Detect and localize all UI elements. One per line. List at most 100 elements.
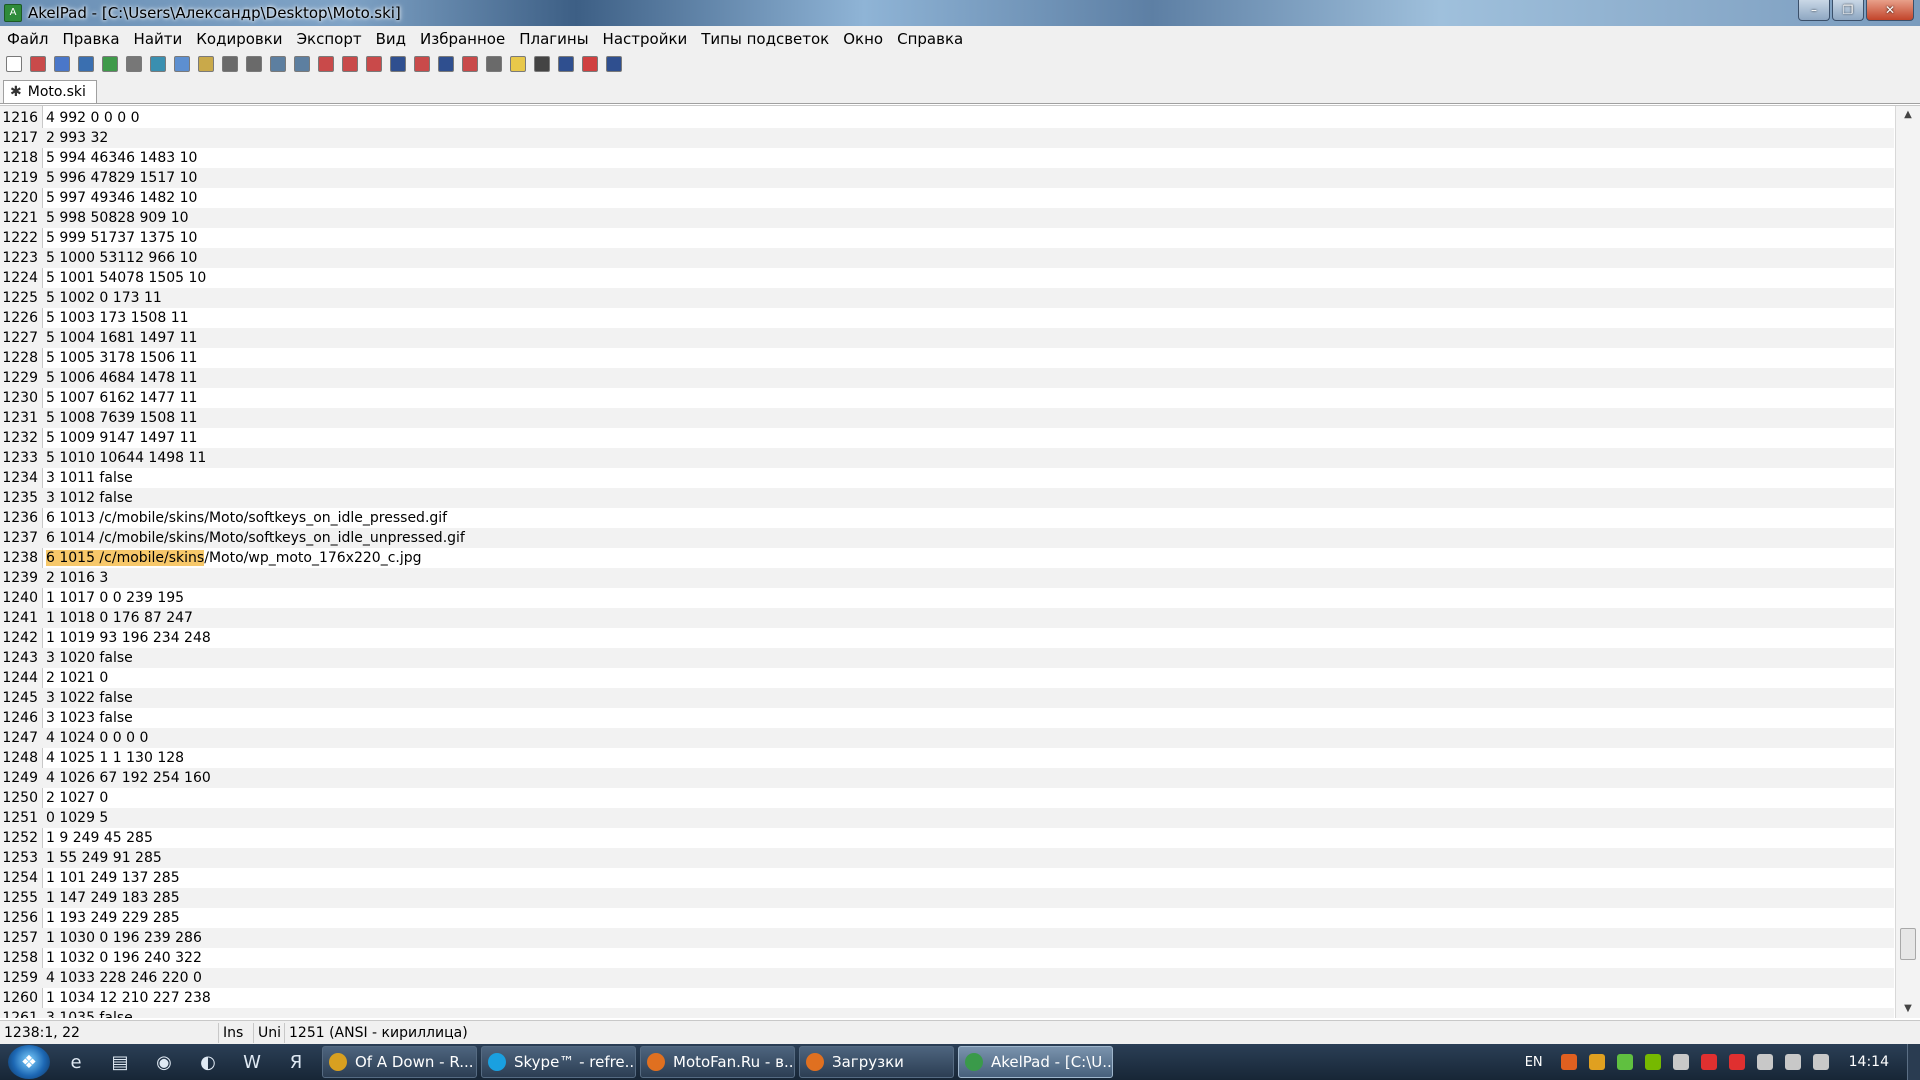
line-text[interactable]: 4 992 0 0 0 0 <box>42 110 140 126</box>
speaker-icon[interactable] <box>1812 1054 1829 1070</box>
line-text[interactable]: 1 9 249 45 285 <box>42 830 153 846</box>
text-line[interactable]: 1238 6 1015 /c/mobile/skins/Moto/wp_moto_… <box>0 548 1894 568</box>
line-content[interactable]: 5 999 51737 1375 10 <box>46 230 197 246</box>
text-line[interactable]: 1231 5 1008 7639 1508 11 <box>0 408 1894 428</box>
tab-moto-ski[interactable]: ✱ Moto.ski <box>3 80 97 103</box>
menu-file[interactable]: Файл <box>0 30 55 48</box>
line-content[interactable]: 5 1001 54078 1505 10 <box>46 270 206 286</box>
text-line[interactable]: 1244 2 1021 0 <box>0 668 1894 688</box>
line-text[interactable]: 3 1012 false <box>42 490 133 506</box>
text-line[interactable]: 1227 5 1004 1681 1497 11 <box>0 328 1894 348</box>
text-line[interactable]: 1222 5 999 51737 1375 10 <box>0 228 1894 248</box>
text-line[interactable]: 1218 5 994 46346 1483 10 <box>0 148 1894 168</box>
settings-button[interactable] <box>484 54 504 74</box>
nvidia-icon[interactable] <box>1644 1054 1661 1070</box>
scroll-thumb[interactable] <box>1900 928 1916 960</box>
replace-button[interactable] <box>316 54 336 74</box>
bulb-button[interactable] <box>508 54 528 74</box>
selected-text[interactable]: 6 1015 /c/mobile/skins <box>46 550 205 566</box>
line-text[interactable]: 5 1008 7639 1508 11 <box>42 410 197 426</box>
new-file-button[interactable] <box>4 54 24 74</box>
line-content[interactable]: 5 1007 6162 1477 11 <box>46 390 197 406</box>
line-content[interactable]: 4 1033 228 246 220 0 <box>46 970 202 986</box>
text-line[interactable]: 1233 5 1010 10644 1498 11 <box>0 448 1894 468</box>
yandex-icon[interactable]: Я <box>274 1045 318 1079</box>
text-line[interactable]: 1221 5 998 50828 909 10 <box>0 208 1894 228</box>
title-bar[interactable]: A AkelPad - [C:\Users\Александр\Desktop\… <box>0 0 1920 26</box>
close-button[interactable]: ✕ <box>1866 0 1914 21</box>
line-text[interactable]: 2 1016 3 <box>42 570 108 586</box>
menu-view[interactable]: Вид <box>369 30 413 48</box>
insert-date-button[interactable] <box>364 54 384 74</box>
line-text[interactable]: 5 1010 10644 1498 11 <box>42 450 206 466</box>
line-text[interactable]: 1 1017 0 0 239 195 <box>42 590 184 606</box>
line-content[interactable]: 2 1021 0 <box>46 670 108 686</box>
zoom-out-button[interactable] <box>604 54 624 74</box>
text-line[interactable]: 1216 4 992 0 0 0 0 <box>0 108 1894 128</box>
shield-icon[interactable] <box>1616 1054 1633 1070</box>
minimize-button[interactable]: – <box>1798 0 1830 21</box>
line-text[interactable]: 5 1006 4684 1478 11 <box>42 370 197 386</box>
text-line[interactable]: 1235 3 1012 false <box>0 488 1894 508</box>
text-line[interactable]: 1229 5 1006 4684 1478 11 <box>0 368 1894 388</box>
power-icon[interactable] <box>1756 1054 1773 1070</box>
volume-icon[interactable] <box>1700 1054 1717 1070</box>
line-content[interactable]: 3 1023 false <box>46 710 133 726</box>
line-text[interactable]: 2 1021 0 <box>42 670 108 686</box>
line-text[interactable]: 0 1029 5 <box>42 810 108 826</box>
text-line[interactable]: 1246 3 1023 false <box>0 708 1894 728</box>
line-content[interactable]: 1 147 249 183 285 <box>46 890 180 906</box>
line-content[interactable]: 6 1014 /c/mobile/skins/Moto/softkeys_on_… <box>46 530 465 546</box>
line-text[interactable]: 5 1003 173 1508 11 <box>42 310 189 326</box>
menu-window[interactable]: Окно <box>836 30 890 48</box>
text-line[interactable]: 1232 5 1009 9147 1497 11 <box>0 428 1894 448</box>
text-line[interactable]: 1258 1 1032 0 196 240 322 <box>0 948 1894 968</box>
line-content[interactable]: 5 1005 3178 1506 11 <box>46 350 197 366</box>
network-icon[interactable] <box>1672 1054 1689 1070</box>
text-line[interactable]: 1256 1 193 249 229 285 <box>0 908 1894 928</box>
line-content[interactable]: 3 1020 false <box>46 650 133 666</box>
line-text[interactable]: 5 1007 6162 1477 11 <box>42 390 197 406</box>
line-content[interactable]: 1 55 249 91 285 <box>46 850 162 866</box>
warning-icon[interactable] <box>1560 1054 1577 1070</box>
zoom-in-button[interactable] <box>580 54 600 74</box>
line-content[interactable]: 5 996 47829 1517 10 <box>46 170 197 186</box>
insert-mode[interactable]: Ins <box>219 1023 254 1043</box>
find-button[interactable] <box>268 54 288 74</box>
line-content[interactable]: 1 1019 93 196 234 248 <box>46 630 211 646</box>
text-line[interactable]: 1230 5 1007 6162 1477 11 <box>0 388 1894 408</box>
firefox-icon[interactable]: ◐ <box>186 1045 230 1079</box>
text-line[interactable]: 1225 5 1002 0 173 11 <box>0 288 1894 308</box>
line-text[interactable]: 5 997 49346 1482 10 <box>42 190 197 206</box>
line-text[interactable]: 3 1020 false <box>42 650 133 666</box>
open-button[interactable] <box>28 54 48 74</box>
line-text[interactable]: 1 1019 93 196 234 248 <box>42 630 211 646</box>
text-line[interactable]: 1220 5 997 49346 1482 10 <box>0 188 1894 208</box>
line-text[interactable]: 5 1002 0 173 11 <box>42 290 162 306</box>
taskbar-button[interactable]: Of A Down - R... <box>322 1046 477 1078</box>
copy-button[interactable] <box>172 54 192 74</box>
taskbar-button[interactable]: Skype™ - refre... <box>481 1046 636 1078</box>
line-text[interactable]: 6 1015 /c/mobile/skins/Moto/wp_moto_176x… <box>42 550 422 566</box>
text-line[interactable]: 1248 4 1025 1 1 130 128 <box>0 748 1894 768</box>
line-content[interactable]: 4 1024 0 0 0 0 <box>46 730 148 746</box>
line-content[interactable]: 4 1026 67 192 254 160 <box>46 770 211 786</box>
line-content[interactable]: 4 1025 1 1 130 128 <box>46 750 184 766</box>
media-player-icon[interactable]: ◉ <box>142 1045 186 1079</box>
line-text[interactable]: 1 1034 12 210 227 238 <box>42 990 211 1006</box>
line-text[interactable]: 3 1023 false <box>42 710 133 726</box>
text-line[interactable]: 1252 1 9 249 45 285 <box>0 828 1894 848</box>
line-content[interactable]: 0 1029 5 <box>46 810 108 826</box>
line-text[interactable]: 5 1000 53112 966 10 <box>42 250 197 266</box>
text-line[interactable]: 1237 6 1014 /c/mobile/skins/Moto/softkeys… <box>0 528 1894 548</box>
line-text[interactable]: 1 55 249 91 285 <box>42 850 162 866</box>
line-text[interactable]: 5 996 47829 1517 10 <box>42 170 197 186</box>
line-text[interactable]: 4 1033 228 246 220 0 <box>42 970 202 986</box>
line-content[interactable]: 5 998 50828 909 10 <box>46 210 189 226</box>
line-text[interactable]: 1 1030 0 196 239 286 <box>42 930 202 946</box>
menu-highlight-types[interactable]: Типы подсветок <box>694 30 836 48</box>
line-content[interactable]: 5 1002 0 173 11 <box>46 290 162 306</box>
menu-export[interactable]: Экспорт <box>290 30 369 48</box>
text-line[interactable]: 1219 5 996 47829 1517 10 <box>0 168 1894 188</box>
color-button[interactable] <box>412 54 432 74</box>
